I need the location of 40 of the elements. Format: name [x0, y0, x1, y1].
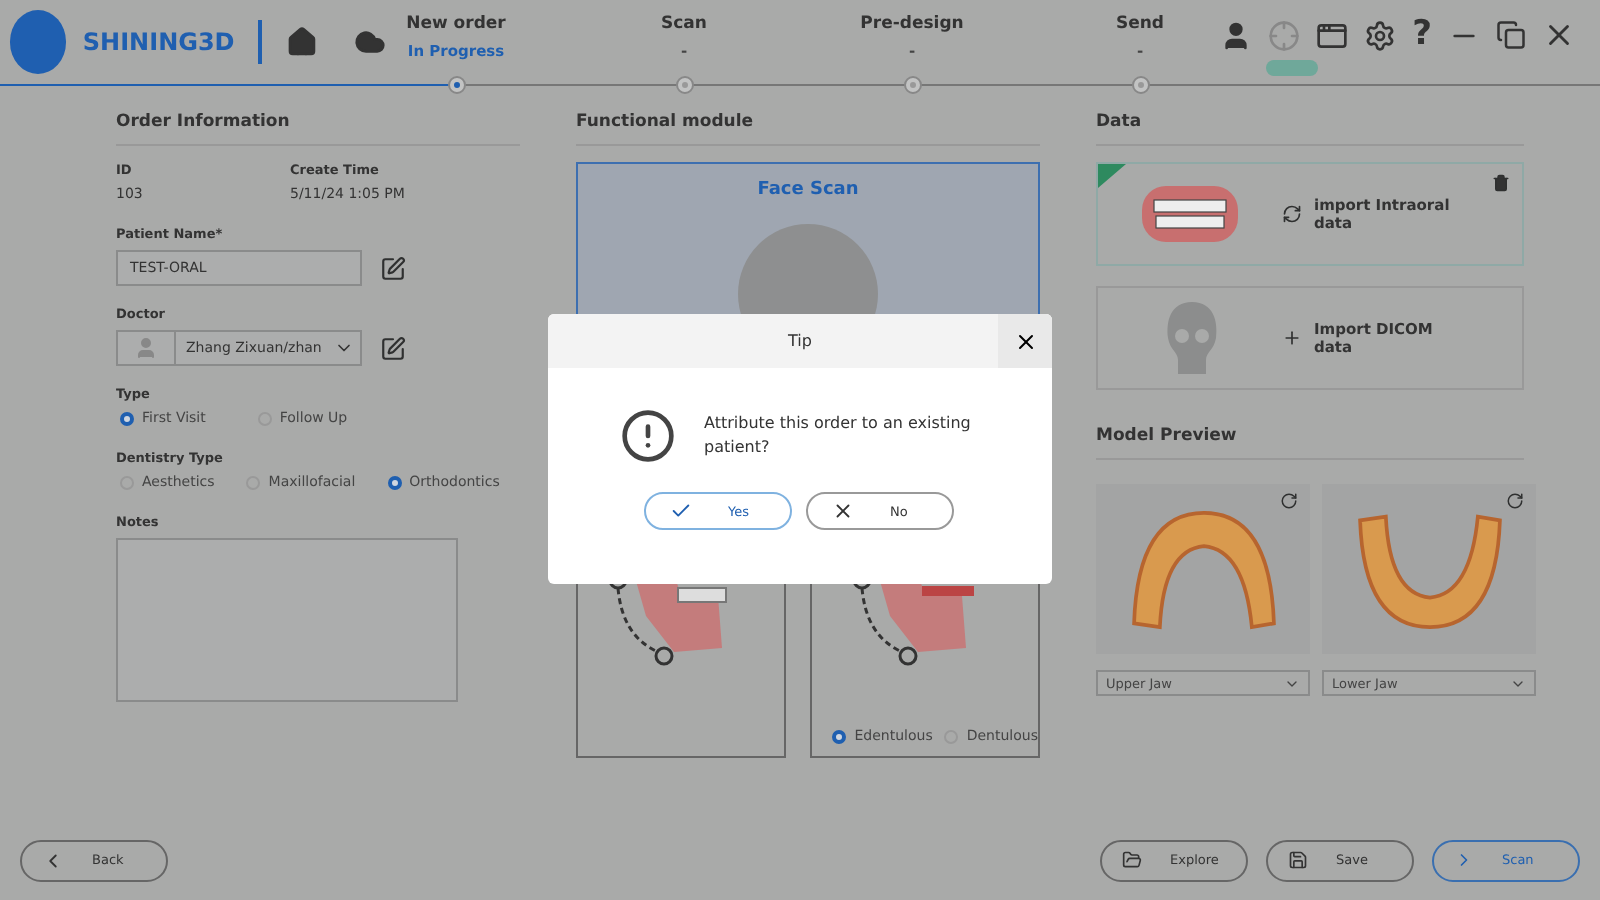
help-icon[interactable]: ? — [1412, 18, 1432, 52]
edit-icon[interactable] — [380, 255, 406, 281]
settings-icon[interactable] — [1364, 19, 1397, 51]
section-title: Model Preview — [1096, 426, 1524, 460]
section-title: Data — [1096, 112, 1524, 146]
close-icon — [1013, 329, 1037, 353]
section-title: Functional module — [576, 112, 1040, 146]
dialog-title: Tip — [788, 332, 812, 350]
warning-icon — [620, 408, 676, 464]
step-dot[interactable] — [447, 76, 465, 94]
step-dot[interactable] — [675, 76, 693, 94]
step-label: Pre-design — [860, 14, 964, 34]
user-icon[interactable] — [1220, 19, 1253, 51]
skull-drawing — [1162, 298, 1222, 378]
step-label: Scan — [661, 14, 707, 34]
window-icon[interactable] — [1316, 19, 1349, 51]
step-dot[interactable] — [903, 76, 921, 94]
trash-icon[interactable] — [1492, 174, 1510, 192]
step-label: Send — [1115, 14, 1165, 34]
teeth-drawing — [1138, 182, 1242, 246]
dialog-message: Attribute this order to an existing patient? — [704, 412, 973, 460]
refresh-icon[interactable] — [1282, 204, 1302, 224]
logo-icon — [10, 10, 67, 74]
home-icon[interactable] — [286, 24, 319, 60]
step-label: New order — [406, 14, 506, 34]
logo-text: SHINING3D — [82, 28, 235, 56]
folder-icon — [1122, 850, 1142, 870]
status-pill — [1266, 60, 1318, 76]
close-button[interactable] — [998, 314, 1052, 368]
notes-field[interactable] — [116, 538, 458, 702]
rotate-icon[interactable] — [1280, 492, 1298, 510]
rotate-icon[interactable] — [1506, 492, 1524, 510]
check-icon — [670, 500, 692, 522]
step-dot[interactable] — [1131, 76, 1149, 94]
close-icon — [832, 500, 854, 522]
edit-icon[interactable] — [380, 335, 406, 361]
restore-icon[interactable] — [1496, 20, 1526, 50]
person-icon — [134, 336, 158, 360]
section-title: Order Information — [116, 112, 520, 146]
plus-icon[interactable] — [1282, 328, 1302, 348]
